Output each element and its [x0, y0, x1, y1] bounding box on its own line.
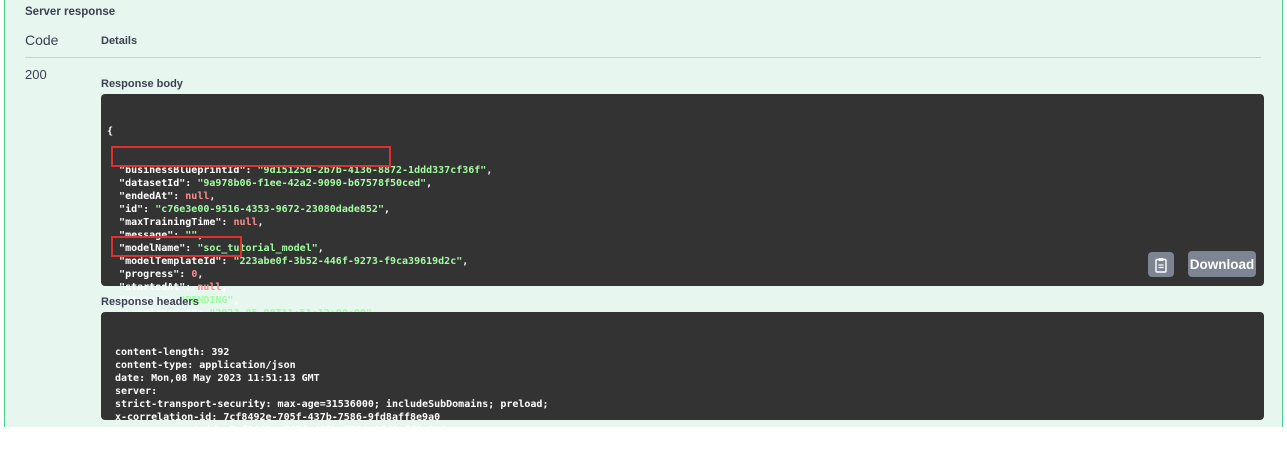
json-comma: , — [486, 165, 493, 176]
server-response-panel: Server response Code Details 200 Respons… — [4, 0, 1283, 436]
json-key: "modelTemplateId" — [119, 256, 222, 267]
json-field-line: "startedAt": null, — [119, 282, 228, 293]
json-comma: , — [257, 217, 264, 228]
json-key: "businessBlueprintId" — [119, 165, 246, 176]
json-value: null — [197, 282, 222, 293]
json-key: "modelName" — [119, 243, 186, 254]
header-lines: content-length: 392 content-type: applica… — [115, 346, 1250, 437]
json-open-brace: { — [107, 126, 114, 137]
json-comma: , — [426, 178, 433, 189]
response-header-line: content-length: 392 — [115, 347, 230, 358]
json-key: "maxTrainingTime" — [119, 217, 222, 228]
json-comma: , — [197, 230, 204, 241]
json-field-line: "modelName": "soc_tutorial_model", — [119, 243, 324, 254]
json-field-line: "id": "c76e3e00-9516-4353-9672-23080dade… — [119, 204, 390, 215]
json-key: "message" — [119, 230, 174, 241]
json-key: "startedAt" — [119, 282, 186, 293]
response-header-line: strict-transport-security: max-age=31536… — [115, 399, 549, 410]
response-header-line: server: — [115, 386, 158, 397]
response-header-line: x-vcap-request-id: 7cf8492e-705f-437b-75… — [115, 425, 447, 436]
json-key: "endedAt" — [119, 191, 174, 202]
response-headers-label: Response headers — [101, 296, 199, 308]
response-body-code[interactable]: { "businessBlueprintId": "9d15125d-2b7b-… — [101, 94, 1264, 358]
json-field-line: "endedAt": null, — [119, 191, 216, 202]
response-status-code: 200 — [25, 67, 47, 82]
json-comma: , — [383, 204, 390, 215]
column-header-code: Code — [25, 32, 59, 48]
response-header-line: date: Mon,08 May 2023 11:51:13 GMT — [115, 373, 320, 384]
response-header-line: x-correlation-id: 7cf8492e-705f-437b-758… — [115, 412, 441, 423]
json-comma: , — [233, 295, 240, 306]
json-key: "id" — [119, 204, 144, 215]
response-body-label: Response body — [101, 78, 183, 90]
json-value: "soc_tutorial_model" — [197, 243, 318, 254]
json-field-line: "message": "", — [119, 230, 204, 241]
response-headers-code[interactable]: content-length: 392 content-type: applica… — [101, 312, 1264, 436]
table-header-divider — [25, 57, 1261, 58]
json-value: null — [185, 191, 210, 202]
json-value: "c76e3e00-9516-4353-9672-23080dade852" — [155, 204, 384, 215]
json-field-line: "progress": 0, — [119, 269, 204, 280]
json-field-line: "businessBlueprintId": "9d15125d-2b7b-41… — [119, 165, 493, 176]
json-comma: , — [462, 256, 469, 267]
json-comma: , — [209, 191, 216, 202]
json-comma: , — [197, 269, 204, 280]
json-field-line: "modelTemplateId": "223abe0f-3b52-446f-9… — [119, 256, 469, 267]
json-key: "datasetId" — [119, 178, 186, 189]
clipboard-icon — [1155, 257, 1167, 273]
json-value: "9d15125d-2b7b-4136-8872-1ddd337cf36f" — [257, 165, 487, 176]
section-title: Server response — [25, 6, 116, 18]
json-field-line: "datasetId": "9a978b06-f1ee-42a2-9090-b6… — [119, 178, 433, 189]
json-comma: , — [221, 282, 228, 293]
json-value: "" — [185, 230, 198, 241]
column-header-details: Details — [101, 35, 138, 47]
json-comma: , — [317, 243, 324, 254]
json-value: "9a978b06-f1ee-42a2-9090-b67578f50ced" — [197, 178, 427, 189]
json-value: "223abe0f-3b52-446f-9273-f9ca39619d2c" — [233, 256, 463, 267]
json-fields: "businessBlueprintId": "9d15125d-2b7b-41… — [107, 164, 1258, 320]
json-field-line: "status": "PENDING", — [119, 295, 240, 306]
json-key: "progress" — [119, 269, 180, 280]
json-value: null — [233, 217, 258, 228]
response-header-line: content-type: application/json — [115, 360, 296, 371]
download-button[interactable]: Download — [1188, 251, 1256, 277]
copy-to-clipboard-button[interactable] — [1148, 252, 1174, 277]
json-field-line: "maxTrainingTime": null, — [119, 217, 264, 228]
